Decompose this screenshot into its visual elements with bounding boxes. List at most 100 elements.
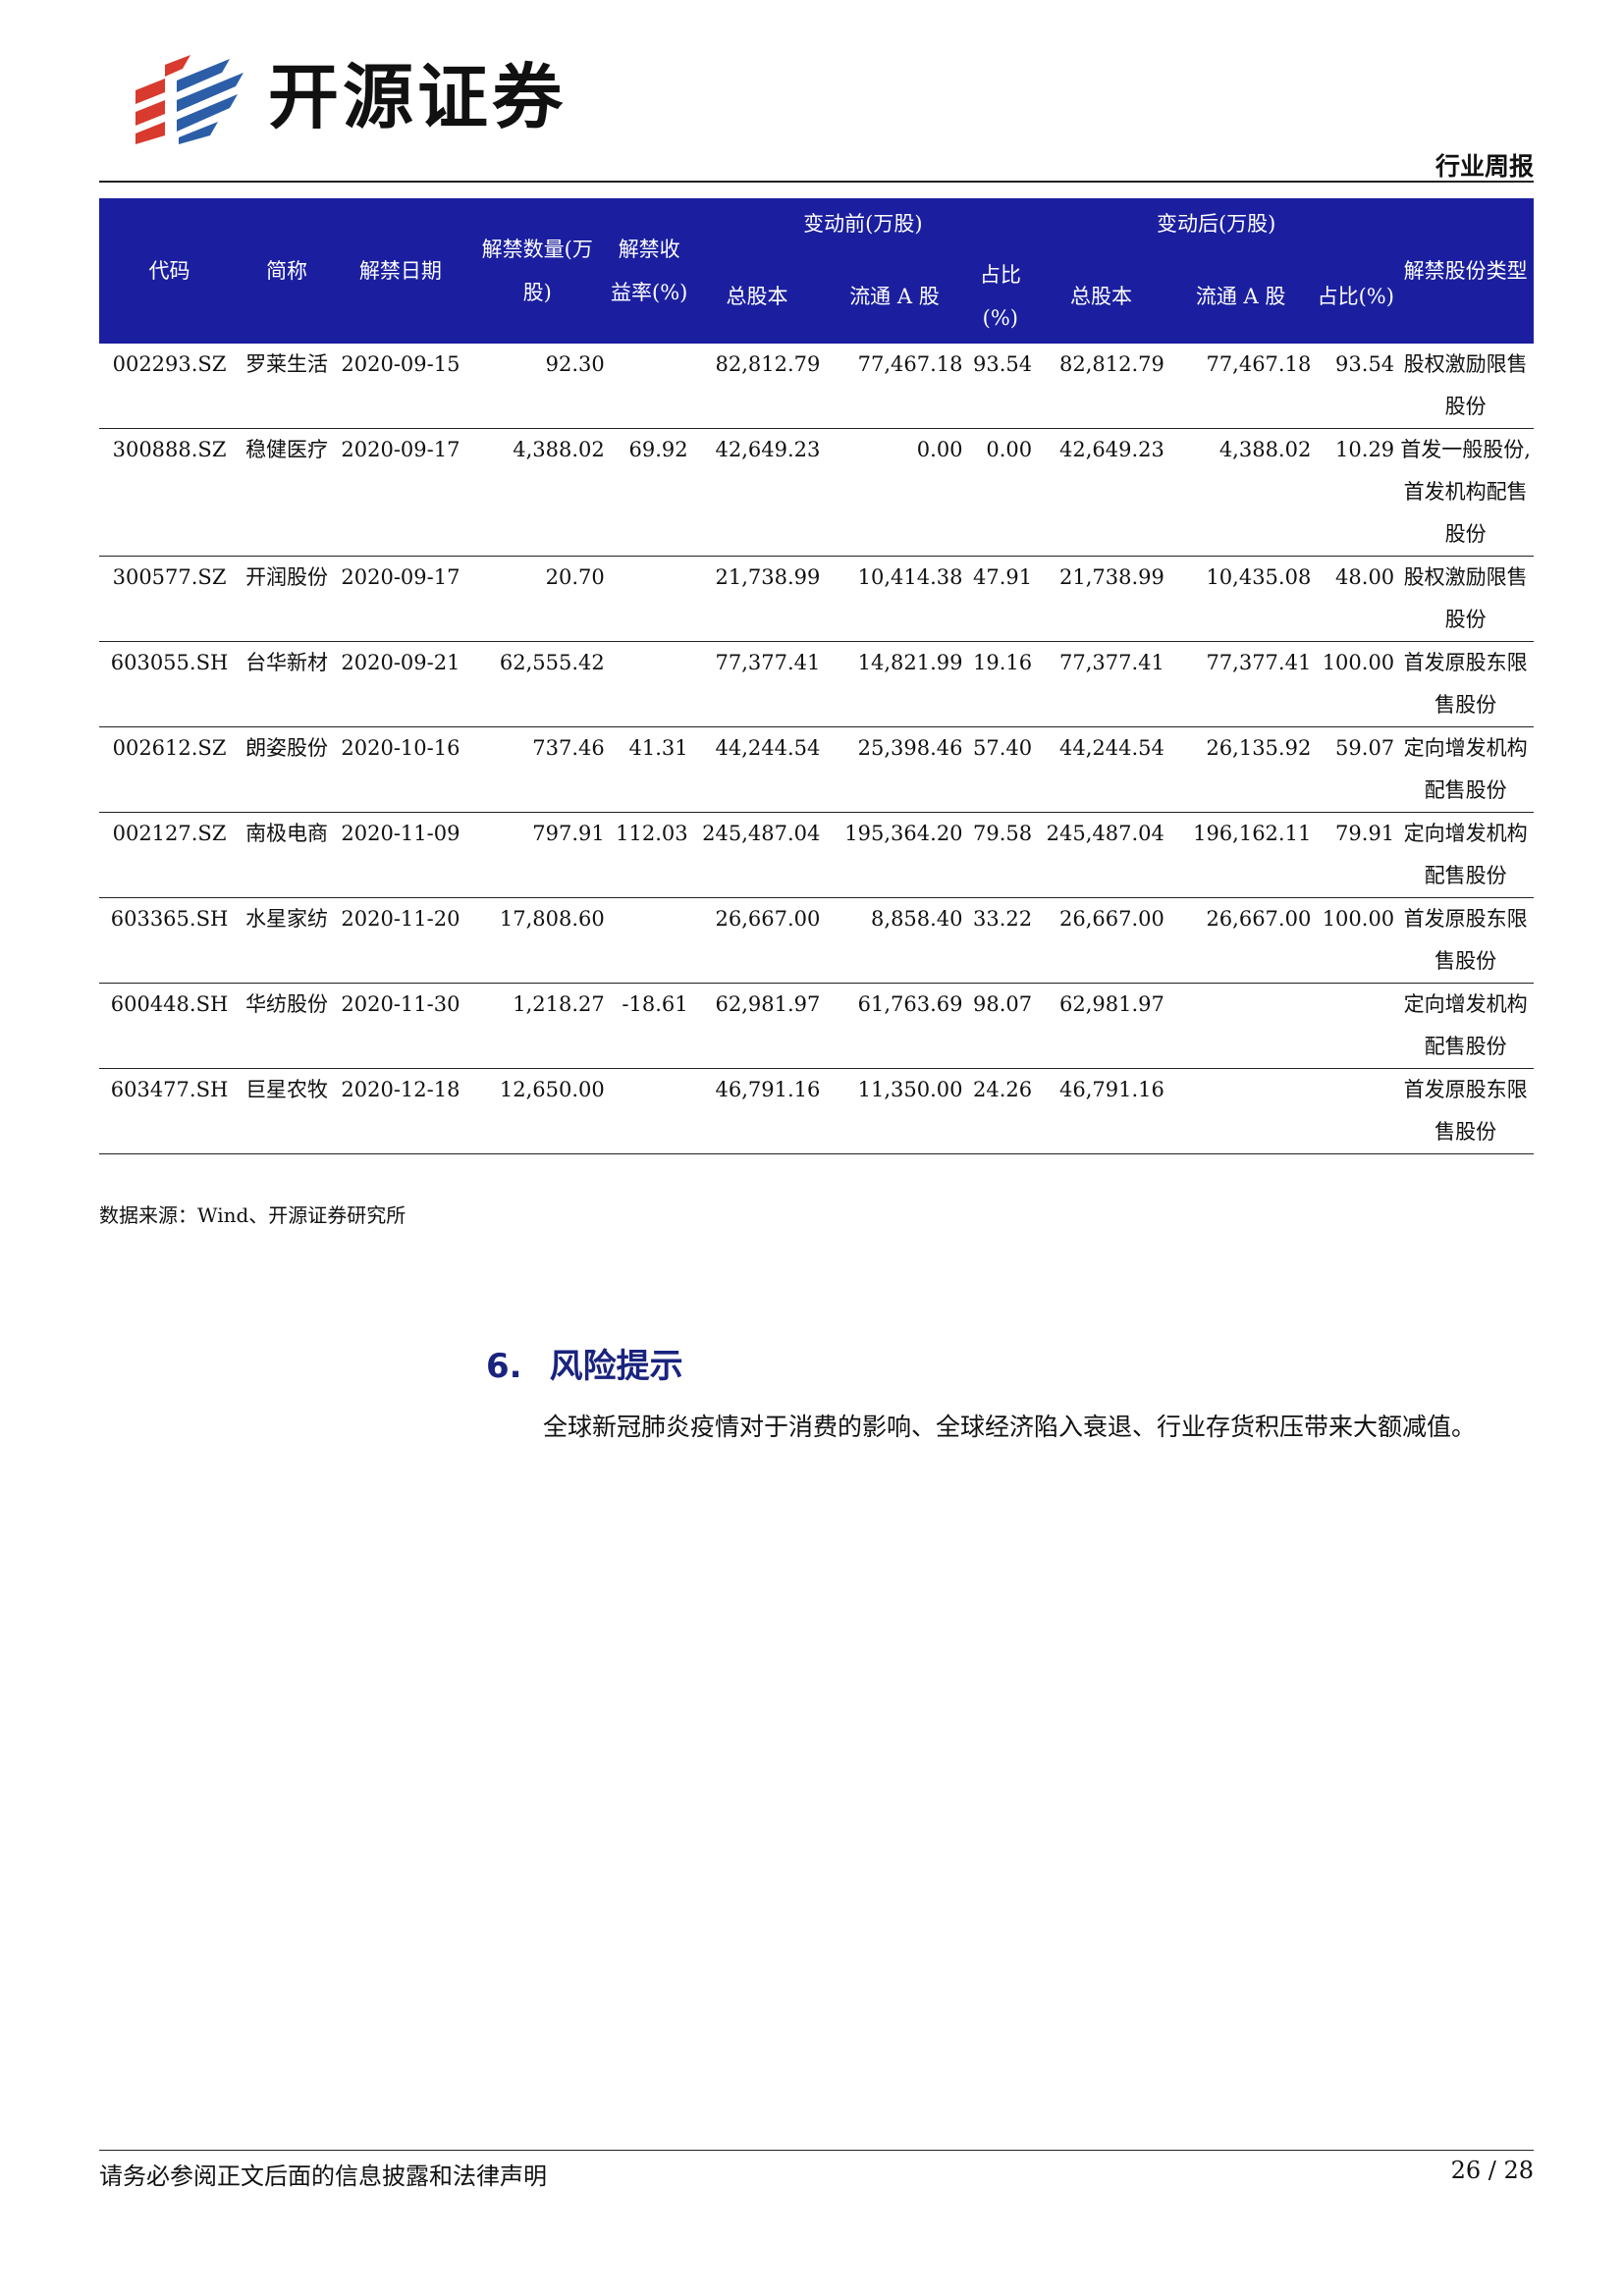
col-return: 解禁收益率(%): [607, 198, 691, 344]
cell-b-total: 46,791.16: [690, 1068, 824, 1154]
cell-b-float: 195,364.20: [823, 812, 966, 898]
cell-b-ratio: 24.26: [965, 1068, 1036, 1154]
cell-b-total: 42,649.23: [690, 428, 824, 557]
cell-qty: 737.46: [466, 726, 608, 813]
cell-code: 603477.SH: [99, 1068, 241, 1154]
cell-b-float: 11,350.00: [823, 1068, 966, 1154]
cell-qty: 20.70: [466, 556, 608, 642]
cell-a-float: 26,667.00: [1166, 897, 1315, 984]
cell-a-ratio: 100.00: [1314, 897, 1398, 984]
table-row: 002293.SZ 罗莱生活 2020-09-15 92.30 82,812.79 77,…: [99, 344, 1534, 429]
cell-type: 首发原股东限售股份: [1397, 897, 1534, 984]
cell-date: 2020-11-09: [334, 812, 467, 898]
table-row: 300888.SZ 稳健医疗 2020-09-17 4,388.02 69.92 42,6…: [99, 428, 1534, 557]
cell-name: 台华新材: [240, 641, 335, 727]
col-qty: 解禁数量(万股): [466, 198, 608, 344]
table-row: 603365.SH 水星家纺 2020-11-20 17,808.60 26,667.0…: [99, 897, 1534, 984]
section-number: 6.: [486, 1347, 522, 1386]
cell-code: 002612.SZ: [99, 726, 241, 813]
cell-a-float: 77,377.41: [1166, 641, 1315, 727]
table-row: 300577.SZ 开润股份 2020-09-17 20.70 21,738.99 10,…: [99, 556, 1534, 642]
cell-code: 603365.SH: [99, 897, 241, 984]
cell-b-total: 26,667.00: [690, 897, 824, 984]
cell-code: 300888.SZ: [99, 428, 241, 557]
cell-date: 2020-09-15: [334, 344, 467, 429]
cell-b-ratio: 0.00: [965, 428, 1036, 557]
cell-name: 华纺股份: [240, 983, 335, 1069]
cell-type: 首发一般股份,首发机构配售股份: [1397, 428, 1534, 557]
cell-code: 300577.SZ: [99, 556, 241, 642]
cell-a-total: 46,791.16: [1035, 1068, 1167, 1154]
table-row: 002612.SZ 朗姿股份 2020-10-16 737.46 41.31 44,244…: [99, 726, 1534, 813]
cell-ret: 41.31: [607, 726, 691, 813]
cell-b-total: 77,377.41: [690, 641, 824, 727]
cell-ret: 112.03: [607, 812, 691, 898]
col-code: 代码: [99, 198, 241, 344]
table-body: 002293.SZ 罗莱生活 2020-09-15 92.30 82,812.79 77,…: [99, 344, 1534, 1154]
cell-a-ratio: 10.29: [1314, 428, 1398, 557]
cell-type: 定向增发机构配售股份: [1397, 812, 1534, 898]
unlock-table: 代码 简称 解禁日期 解禁数量(万股) 解禁收益率(%) 变动前(万股) 变动后…: [99, 198, 1534, 1154]
cell-type: 股权激励限售股份: [1397, 556, 1534, 642]
cell-a-total: 62,981.97: [1035, 983, 1167, 1069]
cell-name: 水星家纺: [240, 897, 335, 984]
table-header: 代码 简称 解禁日期 解禁数量(万股) 解禁收益率(%) 变动前(万股) 变动后…: [99, 198, 1534, 344]
cell-b-float: 14,821.99: [823, 641, 966, 727]
cell-a-total: 245,487.04: [1035, 812, 1167, 898]
cell-b-float: 10,414.38: [823, 556, 966, 642]
cell-qty: 12,650.00: [466, 1068, 608, 1154]
cell-type: 定向增发机构配售股份: [1397, 983, 1534, 1069]
page-number: 26 / 28: [1450, 2157, 1534, 2184]
cell-name: 稳健医疗: [240, 428, 335, 557]
logo-mark-icon: [135, 55, 244, 144]
risk-paragraph: 全球新冠肺炎疫情对于消费的影响、全球经济陷入衰退、行业存货积压带来大额减值。: [543, 1413, 1477, 1441]
group-after: 变动后(万股): [1035, 198, 1398, 249]
section-title: 风险提示: [549, 1347, 683, 1386]
cell-name: 开润股份: [240, 556, 335, 642]
cell-a-ratio: 93.54: [1314, 344, 1398, 429]
cell-type: 首发原股东限售股份: [1397, 1068, 1534, 1154]
cell-a-total: 21,738.99: [1035, 556, 1167, 642]
cell-ret: [607, 344, 691, 429]
cell-a-float: 196,162.11: [1166, 812, 1315, 898]
section-heading: 6. 风险提示: [486, 1339, 683, 1387]
cell-date: 2020-09-17: [334, 556, 467, 642]
cell-a-ratio: 79.91: [1314, 812, 1398, 898]
cell-qty: 4,388.02: [466, 428, 608, 557]
col-before-total: 总股本: [690, 249, 824, 344]
table-row: 600448.SH 华纺股份 2020-11-30 1,218.27 -18.61 62,…: [99, 983, 1534, 1069]
col-after-float: 流通 A 股: [1166, 249, 1315, 344]
cell-qty: 92.30: [466, 344, 608, 429]
cell-a-float: 10,435.08: [1166, 556, 1315, 642]
cell-type: 股权激励限售股份: [1397, 344, 1534, 429]
cell-date: 2020-12-18: [334, 1068, 467, 1154]
cell-a-float: 77,467.18: [1166, 344, 1315, 429]
logo-text: 开源证券: [268, 56, 568, 138]
cell-name: 巨星农牧: [240, 1068, 335, 1154]
col-before-float: 流通 A 股: [823, 249, 966, 344]
cell-b-total: 62,981.97: [690, 983, 824, 1069]
cell-name: 南极电商: [240, 812, 335, 898]
cell-b-float: 8,858.40: [823, 897, 966, 984]
document-type: 行业周报: [1435, 152, 1534, 181]
col-after-total: 总股本: [1035, 249, 1167, 344]
cell-b-float: 77,467.18: [823, 344, 966, 429]
col-before-ratio: 占比(%): [965, 249, 1036, 344]
cell-date: 2020-11-20: [334, 897, 467, 984]
cell-date: 2020-10-16: [334, 726, 467, 813]
cell-b-total: 245,487.04: [690, 812, 824, 898]
group-before: 变动前(万股): [690, 198, 1036, 249]
cell-a-ratio: [1314, 1068, 1398, 1154]
cell-ret: 69.92: [607, 428, 691, 557]
cell-b-total: 44,244.54: [690, 726, 824, 813]
cell-b-ratio: 57.40: [965, 726, 1036, 813]
cell-a-total: 42,649.23: [1035, 428, 1167, 557]
cell-b-ratio: 93.54: [965, 344, 1036, 429]
cell-type: 定向增发机构配售股份: [1397, 726, 1534, 813]
cell-a-float: [1166, 1068, 1315, 1154]
header-divider: [99, 181, 1534, 183]
cell-b-float: 61,763.69: [823, 983, 966, 1069]
cell-b-float: 25,398.46: [823, 726, 966, 813]
cell-qty: 62,555.42: [466, 641, 608, 727]
company-logo: 开源证券: [135, 51, 607, 149]
